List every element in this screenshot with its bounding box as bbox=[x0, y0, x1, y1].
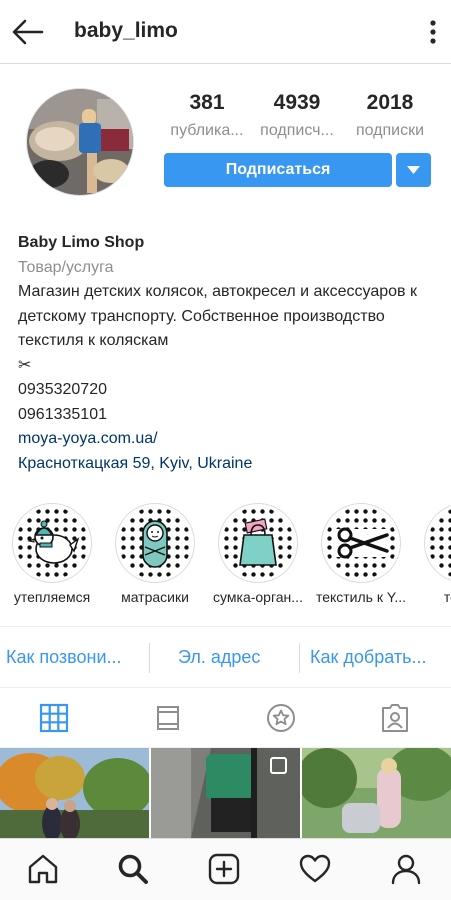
call-button[interactable]: Как позвони... bbox=[6, 647, 122, 668]
post-photo bbox=[151, 748, 300, 838]
scissors-emoji: ✂ bbox=[18, 356, 32, 374]
contact-actions-bar: Как позвони... Эл. адрес Как добрать... bbox=[0, 626, 451, 688]
tab-feed[interactable] bbox=[152, 702, 184, 734]
posts-count: 381 bbox=[189, 91, 225, 114]
arrow-left-icon bbox=[12, 19, 44, 45]
posts-label: публика... bbox=[170, 122, 244, 139]
story-highlights: утепляемся матрасики сумка-орган... текс… bbox=[0, 503, 451, 608]
highlight-label: утепляемся bbox=[13, 589, 91, 605]
add-icon bbox=[208, 853, 240, 885]
highlight-label: матрасики bbox=[121, 589, 189, 605]
bottom-navigation bbox=[0, 838, 451, 900]
caret-down-icon bbox=[407, 166, 420, 174]
tab-starred[interactable] bbox=[265, 702, 297, 734]
bio-description: Магазин детских колясок, автокресел и ак… bbox=[18, 283, 417, 349]
highlight-ring bbox=[12, 503, 92, 583]
directions-button[interactable]: Как добрать... bbox=[310, 647, 426, 668]
swaddled-baby-icon bbox=[142, 520, 168, 568]
shopping-bag-icon bbox=[239, 518, 277, 566]
search-icon bbox=[118, 854, 148, 884]
partial-highlight-icon bbox=[428, 507, 451, 579]
highlight-item[interactable]: матрасики bbox=[105, 503, 205, 605]
followers-count: 4939 bbox=[273, 91, 321, 114]
highlight-ring bbox=[115, 503, 195, 583]
following-stat[interactable]: 2018 подписки bbox=[345, 90, 435, 142]
tab-tagged[interactable] bbox=[379, 702, 411, 734]
nav-search[interactable] bbox=[116, 852, 150, 886]
divider bbox=[299, 643, 300, 673]
profile-icon bbox=[391, 854, 421, 885]
address-link[interactable]: Красноткацкая 59, Kyiv, Ukraine bbox=[18, 452, 438, 477]
feed-icon bbox=[157, 706, 179, 730]
post-thumbnail[interactable] bbox=[151, 748, 300, 838]
more-options-button[interactable] bbox=[427, 16, 439, 48]
suggestions-dropdown-button[interactable] bbox=[396, 153, 431, 187]
posts-grid bbox=[0, 748, 451, 838]
tagged-icon bbox=[382, 704, 408, 732]
nav-add-post[interactable] bbox=[207, 852, 241, 886]
post-photo bbox=[302, 748, 451, 838]
scissors-icon bbox=[335, 527, 389, 559]
avatar-photo bbox=[27, 89, 133, 195]
profile-category: Товар/услуга bbox=[18, 258, 114, 276]
website-link[interactable]: moya-yoya.com.ua/ bbox=[18, 427, 438, 452]
highlight-item[interactable]: сумка-орган... bbox=[208, 503, 308, 605]
tab-grid[interactable] bbox=[38, 702, 70, 734]
highlight-label: тест-д bbox=[443, 589, 451, 605]
highlight-item[interactable]: тест-д bbox=[414, 503, 451, 605]
bird-hat-icon bbox=[27, 520, 80, 564]
following-label: подписки bbox=[355, 122, 425, 139]
nav-profile[interactable] bbox=[389, 852, 423, 886]
nav-activity[interactable] bbox=[298, 852, 332, 886]
highlight-ring bbox=[321, 503, 401, 583]
nav-home[interactable] bbox=[26, 852, 60, 886]
highlight-item[interactable]: утепляемся bbox=[2, 503, 102, 605]
posts-stat[interactable]: 381 публика... bbox=[162, 90, 252, 142]
home-icon bbox=[28, 854, 58, 884]
post-photo bbox=[0, 748, 149, 838]
profile-tabs bbox=[0, 688, 451, 748]
divider bbox=[149, 643, 150, 673]
profile-full-name: Baby Limo Shop bbox=[18, 234, 145, 251]
email-button[interactable]: Эл. адрес bbox=[178, 647, 260, 668]
post-thumbnail[interactable] bbox=[0, 748, 149, 838]
highlight-ring bbox=[218, 503, 298, 583]
following-count: 2018 bbox=[366, 91, 414, 114]
back-button[interactable] bbox=[10, 14, 46, 50]
highlight-item[interactable]: текстиль к Y... bbox=[311, 503, 411, 605]
more-vertical-icon bbox=[430, 20, 436, 44]
post-thumbnail[interactable] bbox=[302, 748, 451, 838]
followers-label: подписч... bbox=[260, 122, 334, 139]
highlight-ring bbox=[424, 503, 451, 583]
followers-stat[interactable]: 4939 подписч... bbox=[252, 90, 342, 142]
phone-number-1[interactable]: 0935320720 bbox=[18, 378, 438, 403]
star-icon bbox=[267, 704, 295, 732]
follow-button[interactable]: Подписаться bbox=[164, 153, 392, 187]
profile-username: baby_limo bbox=[74, 19, 178, 42]
highlight-label: сумка-орган... bbox=[213, 589, 303, 605]
top-bar: baby_limo bbox=[0, 0, 451, 64]
highlight-label: текстиль к Y... bbox=[315, 589, 407, 605]
profile-avatar[interactable] bbox=[26, 88, 134, 196]
phone-number-2[interactable]: 0961335101 bbox=[18, 403, 438, 428]
heart-icon bbox=[299, 854, 331, 883]
profile-bio: Baby Limo Shop Товар/услуга Магазин детс… bbox=[18, 231, 438, 476]
grid-icon bbox=[39, 703, 69, 733]
